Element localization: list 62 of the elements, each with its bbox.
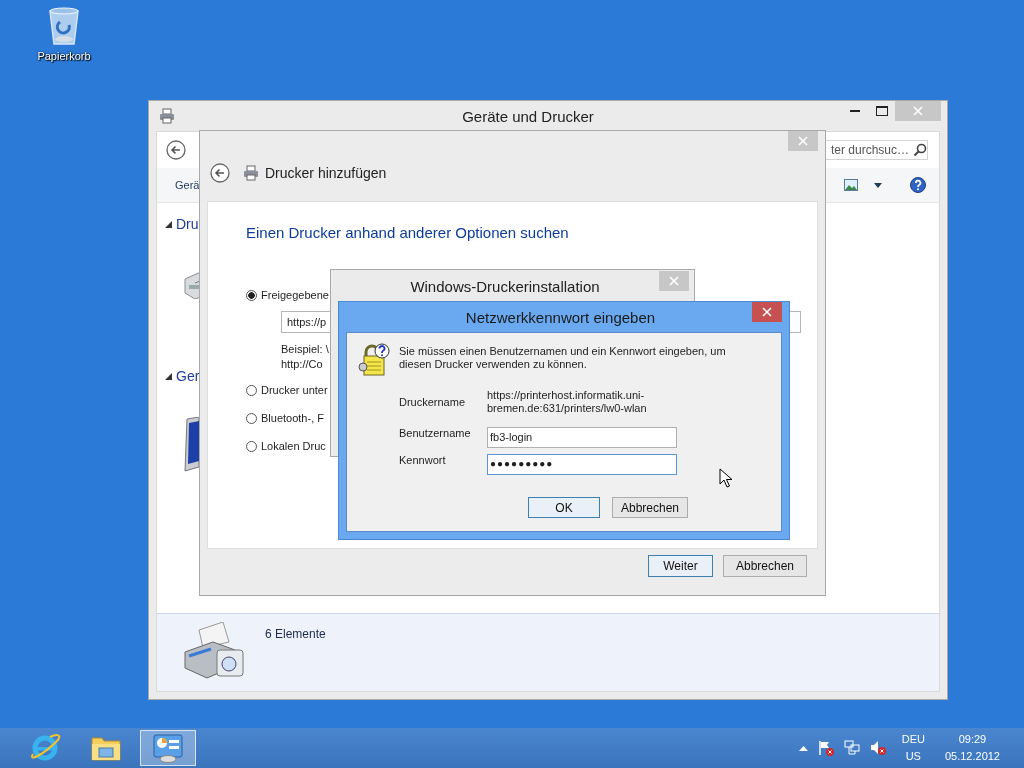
dropdown-caret-icon[interactable]	[874, 182, 882, 188]
trash-bin-icon[interactable]	[47, 6, 81, 46]
message-text: Sie müssen einen Benutzernamen und ein Kennwort eingeben, um diesen Drucker verwenden zu können.	[399, 344, 727, 371]
input-field[interactable]: ●●●●●●●●●	[487, 454, 677, 475]
language-indicator[interactable]: US	[905, 748, 921, 765]
chevron-up-icon[interactable]	[798, 745, 808, 751]
radio-button[interactable]	[246, 412, 257, 424]
printer-name-label: Druckername	[399, 395, 467, 408]
expanded-arrow-icon[interactable]	[165, 372, 172, 380]
printer-icon	[243, 165, 259, 181]
flag-warning-icon[interactable]	[817, 740, 834, 756]
taskbar-button[interactable]	[140, 730, 196, 766]
dialog-title: Windows-Druckerinstallation	[409, 277, 601, 295]
input-field[interactable]: fb3-login	[487, 427, 677, 448]
mouse-pointer-icon	[719, 468, 733, 488]
dialog-button[interactable]: Weiter	[647, 555, 713, 577]
radio-label[interactable]: Lokalen Druc	[261, 440, 326, 452]
expanded-arrow-icon[interactable]	[165, 220, 172, 228]
dialog-heading: Einen Drucker anhand anderer Optionen suchen	[246, 224, 570, 241]
printer-icon	[159, 108, 175, 124]
printer-name-value: https://printerhost.informatik.uni-bremen.de:631/printers/lw0-wlan	[487, 389, 648, 415]
group-header[interactable]: Ger	[176, 368, 200, 384]
control-panel-icon	[152, 732, 184, 764]
group-header[interactable]: Dru	[176, 216, 199, 232]
padlock-question-icon	[358, 343, 390, 377]
close-icon	[913, 106, 923, 116]
toolbar-item[interactable]: Gerä	[175, 179, 200, 191]
close-icon	[669, 276, 679, 286]
desktop-icon-label[interactable]: Papierkorb	[37, 50, 91, 62]
example-text: Beispiel: \	[281, 342, 329, 357]
help-icon[interactable]	[910, 177, 926, 193]
back-icon[interactable]	[210, 163, 230, 183]
field-label: Benutzername	[399, 427, 472, 439]
close-icon	[798, 136, 808, 146]
clock-time[interactable]: 09:29	[958, 731, 987, 748]
close-icon	[762, 307, 772, 317]
radio-label[interactable]: Drucker unter	[261, 384, 328, 396]
back-icon[interactable]	[166, 140, 186, 160]
radio-button[interactable]	[246, 289, 257, 301]
dialog-button[interactable]: OK	[528, 497, 600, 518]
dialog-title: Drucker hinzufügen	[265, 165, 387, 181]
network-icon[interactable]	[843, 740, 860, 756]
search-icon	[913, 143, 927, 157]
language-indicator[interactable]: DEU	[901, 731, 925, 748]
dialog-button[interactable]: Abbrechen	[722, 555, 807, 577]
speaker-muted-icon[interactable]	[869, 740, 886, 756]
minimize-icon	[849, 110, 860, 112]
close-button[interactable]	[752, 302, 782, 322]
picture-icon[interactable]	[844, 179, 858, 191]
item-count: 6 Elemente	[265, 627, 326, 641]
example-text: http://Co	[281, 357, 323, 372]
radio-button[interactable]	[246, 384, 257, 396]
radio-button[interactable]	[246, 440, 257, 452]
window-title: Geräte und Drucker	[461, 107, 595, 125]
radio-label[interactable]: Freigegebene	[261, 289, 329, 301]
dialog-title: Netzwerkkennwort eingeben	[464, 308, 657, 326]
maximize-icon	[875, 106, 888, 116]
monitor-icon	[183, 417, 199, 473]
field-label: Kennwort	[399, 454, 447, 466]
clock-date[interactable]: 05.12.2012	[944, 748, 1000, 765]
radio-label[interactable]: Bluetooth-, F	[261, 412, 324, 424]
dialog-button[interactable]: Abbrechen	[612, 497, 689, 518]
